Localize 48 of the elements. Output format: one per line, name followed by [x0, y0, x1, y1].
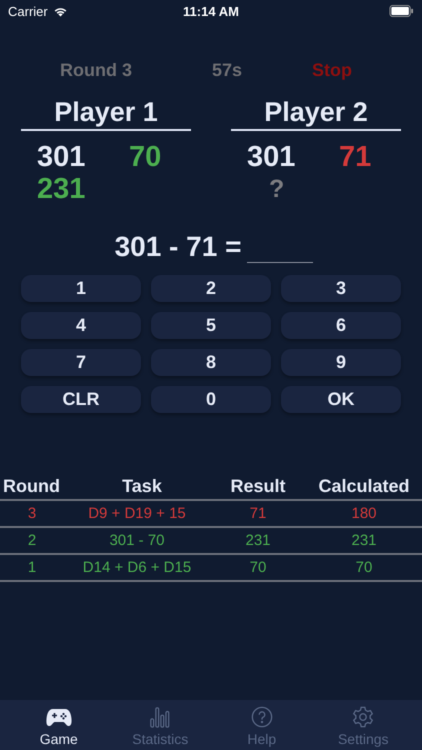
keypad-key[interactable]: 2 [151, 275, 271, 302]
keypad-key[interactable]: OK [281, 386, 401, 413]
carrier-label: Carrier [8, 4, 48, 18]
throw-value: 71 [339, 141, 372, 173]
table-cell-text: 3 [26, 505, 38, 522]
settings-icon [351, 706, 376, 728]
table-cell-text: 231 [350, 532, 378, 549]
player-name: Player 1 [21, 97, 191, 131]
keypad-key[interactable]: 7 [21, 349, 141, 376]
table-cell-text: 71 [248, 505, 268, 522]
table-cell-text: 231 [244, 532, 272, 549]
keypad-key[interactable]: 4 [21, 312, 141, 339]
table-cell-text: D14 + D6 + D15 [82, 559, 192, 576]
battery-icon [388, 5, 414, 17]
throw-value: 70 [129, 141, 162, 173]
keypad-key[interactable]: 6 [281, 312, 401, 339]
table-cell-text: D9 + D19 + 15 [87, 505, 187, 522]
table-cell-text: 1 [26, 559, 38, 576]
equation-text: 301 - 71 = [114, 231, 242, 263]
round-label: Round 3 [60, 60, 132, 81]
gamepad-icon [46, 706, 72, 728]
timer-label: 57s [212, 60, 242, 81]
table-cell-text: 301 - 70 [108, 532, 166, 549]
result-value: ? [268, 174, 286, 205]
wifi-icon [52, 6, 68, 16]
clock-time: 11:14 AM [183, 4, 239, 18]
column-header: Task [121, 476, 163, 496]
column-header: Round [2, 476, 61, 496]
score-value: 301 [37, 141, 86, 173]
keypad-key[interactable]: CLR [21, 386, 141, 413]
column-header: Calculated [317, 476, 411, 496]
score-value: 301 [247, 141, 296, 173]
table-cell-text: 70 [354, 559, 374, 576]
result-value: 231 [37, 173, 86, 205]
table-cell-text: 70 [248, 559, 268, 576]
bar-chart-icon [149, 706, 172, 728]
keypad-key[interactable]: 0 [151, 386, 271, 413]
table-cell-text: 2 [26, 532, 38, 549]
column-header: Result [229, 476, 286, 496]
keypad-key[interactable]: 8 [151, 349, 271, 376]
help-icon [250, 706, 273, 728]
table-cell-text: 180 [350, 505, 378, 522]
keypad-key[interactable]: 5 [151, 312, 271, 339]
player-name: Player 2 [231, 97, 401, 131]
tab-item[interactable]: Game [8, 700, 110, 750]
keypad-key[interactable]: 3 [281, 275, 401, 302]
keypad-key[interactable]: 9 [281, 349, 401, 376]
keypad-key[interactable]: 1 [21, 275, 141, 302]
